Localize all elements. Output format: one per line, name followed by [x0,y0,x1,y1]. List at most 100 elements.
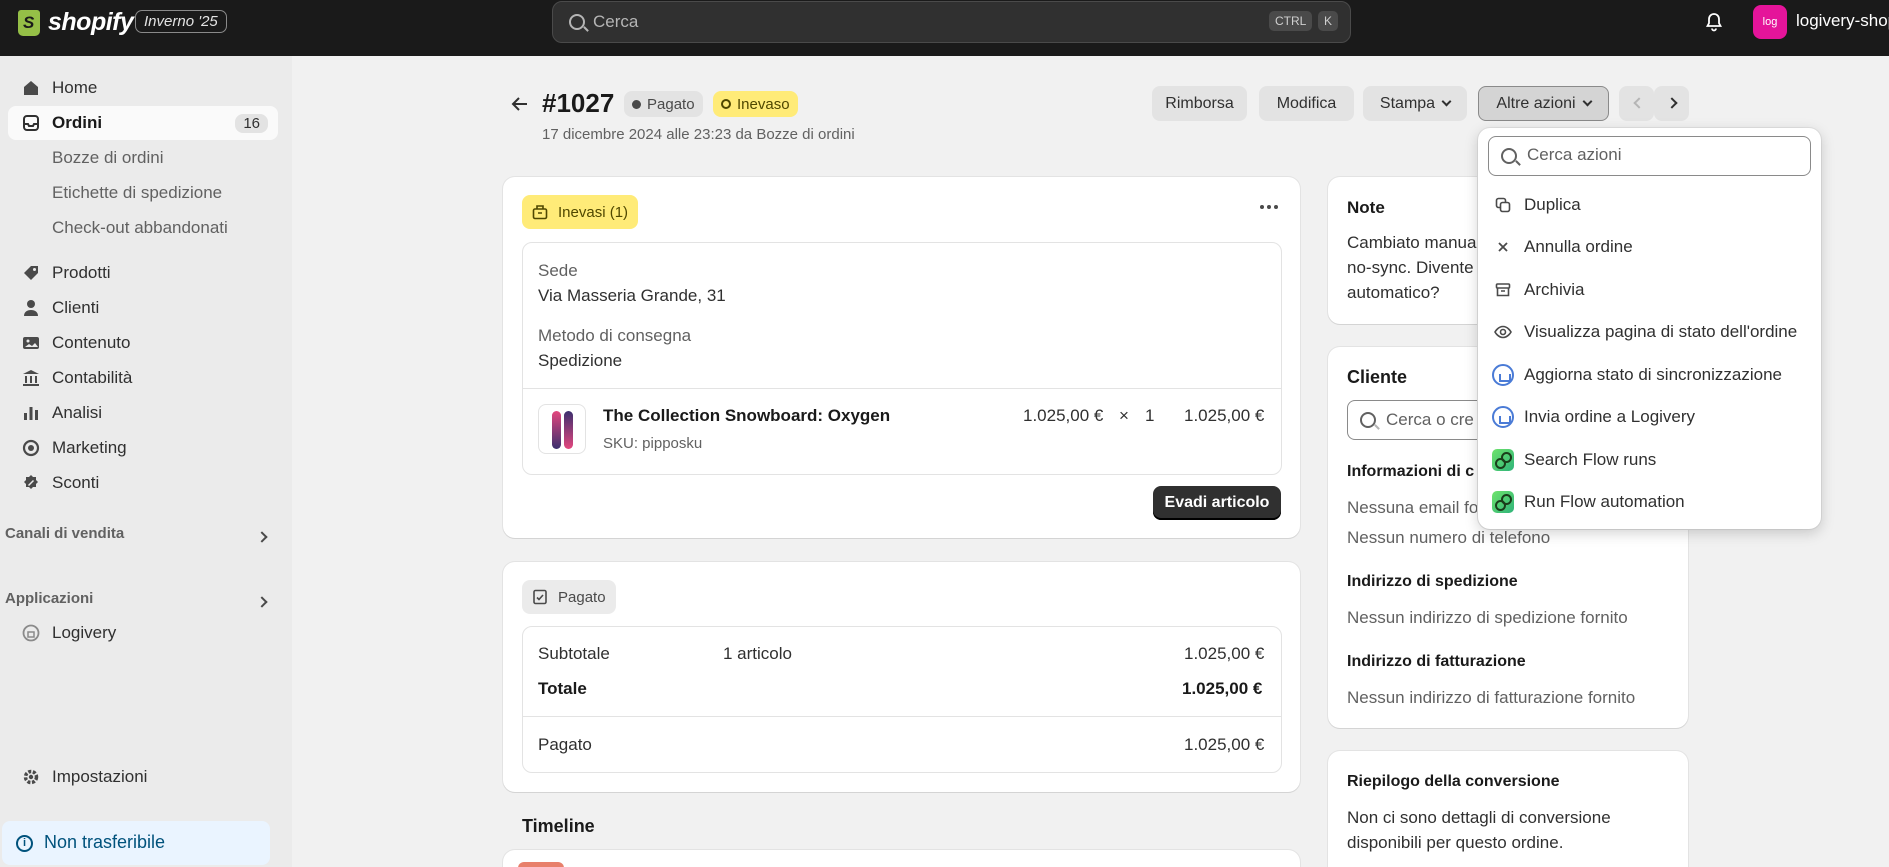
notes-text-line: automatico? [1347,283,1440,302]
sidebar-item-label: Etichette di spedizione [52,183,223,202]
menu-item-archive[interactable]: Archivia [1484,271,1815,309]
more-actions-menu: Duplica Annulla ordine Archivia Visualiz… [1478,128,1821,529]
chevron-right-icon[interactable] [256,596,268,608]
menu-item-duplicate[interactable]: Duplica [1484,186,1815,224]
shopify-logo[interactable]: shopify [18,8,134,37]
divider [523,716,1281,717]
inbox-icon [23,115,39,131]
sidebar-item-abandoned-checkouts[interactable]: Check-out abbandonati [8,211,278,245]
menu-item-view-status-page[interactable]: Visualizza pagina di stato dell'ordine [1484,313,1815,351]
chevron-left-icon [1633,97,1645,109]
sidebar-item-marketing[interactable]: Marketing [8,431,278,465]
button-label: Evadi articolo [1164,494,1270,511]
menu-item-send-to-logivery[interactable]: Invia ordine a Logivery [1484,398,1815,436]
next-order-button[interactable] [1654,86,1689,121]
shipping-address-value: Nessun indirizzo di spedizione fornito [1347,608,1628,627]
avatar[interactable]: log [1753,5,1787,39]
notes-title: Note [1347,198,1385,217]
no-email-text: Nessuna email fo [1347,498,1479,517]
menu-item-label: Aggiorna stato di sincronizzazione [1524,365,1782,384]
paid-tag: Pagato [522,580,616,614]
fulfillment-status-badge: Inevaso [713,91,798,117]
contact-info-title: Informazioni di c [1347,463,1475,480]
quantity: 1 [1145,406,1155,425]
bar-chart-icon [24,407,38,420]
delivery-method-value: Spedizione [538,351,623,370]
timeline-card [503,850,1300,867]
flow-icon [1492,449,1514,471]
sidebar-item-accounting[interactable]: Contabilità [8,361,278,395]
previous-order-button[interactable] [1619,86,1654,121]
tag-icon [24,266,38,280]
global-search[interactable]: Cerca CTRL K [552,1,1351,43]
sidebar-item-shipping-labels[interactable]: Etichette di spedizione [8,176,278,210]
sidebar-item-label: Contabilità [52,368,133,387]
menu-item-cancel-order[interactable]: Annulla ordine [1484,228,1815,266]
more-options-icon[interactable] [1260,205,1278,209]
back-arrow-icon[interactable] [510,94,530,114]
conversion-text-line: Non ci sono dettagli di conversione [1347,808,1611,827]
sidebar-item-content[interactable]: Contenuto [8,326,278,360]
refund-button[interactable]: Rimborsa [1152,86,1247,121]
edit-button[interactable]: Modifica [1259,86,1354,121]
menu-item-search-flow-runs[interactable]: Search Flow runs [1484,441,1815,479]
timeline-heading: Timeline [522,816,595,836]
orders-count-badge: 16 [235,113,268,133]
page-title: #1027 [542,88,615,118]
product-sku: SKU: pipposku [603,435,703,452]
menu-item-run-flow-automation[interactable]: Run Flow automation [1484,483,1815,521]
print-button[interactable]: Stampa [1363,86,1467,121]
sidebar-item-analytics[interactable]: Analisi [8,396,278,430]
paid-label: Pagato [538,735,592,754]
bell-icon[interactable] [1704,12,1724,32]
button-label: Stampa [1379,94,1436,112]
chevron-right-icon[interactable] [256,531,268,543]
shop-name[interactable]: logivery-shop [1796,11,1889,31]
delivery-method-label: Metodo di consegna [538,326,692,345]
sidebar-item-label: Impostazioni [52,767,148,786]
actions-search-input[interactable] [1527,145,1797,165]
edition-badge[interactable]: Inverno '25 [135,10,227,33]
fulfill-item-button[interactable]: Evadi articolo [1153,486,1281,520]
shipping-address-title: Indirizzo di spedizione [1347,573,1518,590]
sidebar-item-discounts[interactable]: Sconti [8,466,278,500]
more-actions-button[interactable]: Altre azioni [1478,86,1609,121]
sidebar-item-products[interactable]: Prodotti [8,256,278,290]
discount-icon [24,475,38,489]
snowboard-image [563,411,573,449]
line-total: 1.025,00 € [1184,406,1265,425]
sidebar-item-home[interactable]: Home [8,71,278,105]
sidebar-item-orders[interactable]: Ordini 16 [8,106,278,140]
actions-search[interactable] [1488,136,1811,176]
menu-item-update-sync-status[interactable]: Aggiorna stato di sincronizzazione [1484,356,1815,394]
non-transferable-banner[interactable]: i Non trasferibile [2,821,270,865]
sidebar-item-label: Clienti [52,298,100,317]
sidebar-item-drafts[interactable]: Bozze di ordini [8,141,278,175]
billing-address-value: Nessun indirizzo di fatturazione fornito [1347,688,1636,707]
non-transferable-label: Non trasferibile [44,832,166,852]
menu-item-label: Run Flow automation [1524,492,1685,511]
package-icon [532,205,548,220]
menu-item-label: Invia ordine a Logivery [1524,407,1696,426]
sidebar-item-settings[interactable]: Impostazioni [8,760,278,794]
duplicate-icon [1492,194,1514,216]
search-icon [569,14,585,30]
gear-icon [23,769,39,785]
sidebar-item-label: Sconti [52,473,100,492]
product-name-link[interactable]: The Collection Snowboard: Oxygen [603,406,890,426]
sidebar-item-logivery[interactable]: Logivery [8,616,278,650]
sidebar-item-customers[interactable]: Clienti [8,291,278,325]
snowboard-image [551,411,561,449]
apps-heading[interactable]: Applicazioni [5,590,93,607]
times-sign: × [1119,406,1129,425]
product-thumbnail[interactable] [538,404,586,454]
notes-text-line: Cambiato manua [1347,233,1477,252]
search-icon [1501,148,1517,164]
image-icon [23,337,39,349]
location-value: Via Masseria Grande, 31 [538,286,726,305]
button-label: Altre azioni [1496,94,1576,112]
total-value: 1.025,00 € [1182,679,1263,698]
sales-channels-heading[interactable]: Canali di vendita [5,525,124,542]
info-icon: i [16,835,33,852]
kbd-k: K [1318,11,1339,31]
